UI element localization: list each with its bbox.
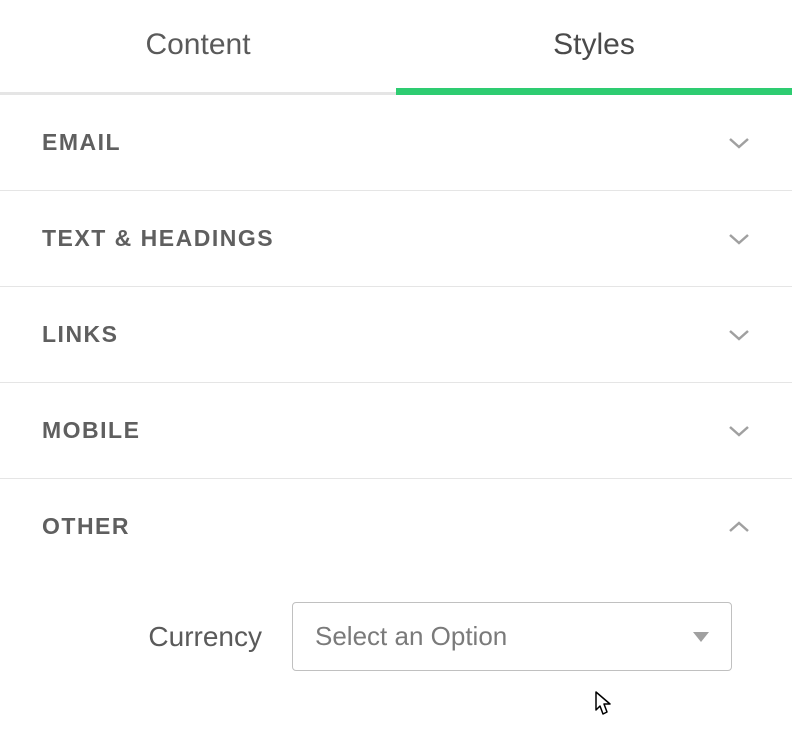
chevron-up-icon — [728, 516, 750, 538]
currency-label: Currency — [42, 621, 292, 653]
dropdown-arrow-icon — [693, 632, 709, 642]
section-links[interactable]: LINKS — [0, 287, 792, 383]
section-text-headings[interactable]: TEXT & HEADINGS — [0, 191, 792, 287]
section-email[interactable]: EMAIL — [0, 95, 792, 191]
currency-select-placeholder: Select an Option — [315, 621, 507, 652]
chevron-down-icon — [728, 228, 750, 250]
tab-styles[interactable]: Styles — [396, 0, 792, 92]
tab-content[interactable]: Content — [0, 0, 396, 92]
section-other[interactable]: OTHER — [0, 479, 792, 574]
currency-select-wrapper: Select an Option — [292, 602, 732, 671]
chevron-down-icon — [728, 324, 750, 346]
section-other-content: Currency Select an Option — [0, 574, 792, 711]
section-text-headings-title: TEXT & HEADINGS — [42, 225, 274, 252]
section-links-title: LINKS — [42, 321, 119, 348]
section-other-title: OTHER — [42, 513, 130, 540]
section-email-title: EMAIL — [42, 129, 121, 156]
currency-select[interactable]: Select an Option — [292, 602, 732, 671]
section-mobile[interactable]: MOBILE — [0, 383, 792, 479]
chevron-down-icon — [728, 132, 750, 154]
tabs-bar: Content Styles — [0, 0, 792, 95]
chevron-down-icon — [728, 420, 750, 442]
section-mobile-title: MOBILE — [42, 417, 140, 444]
tab-content-label: Content — [145, 28, 250, 61]
tab-styles-label: Styles — [553, 28, 635, 61]
